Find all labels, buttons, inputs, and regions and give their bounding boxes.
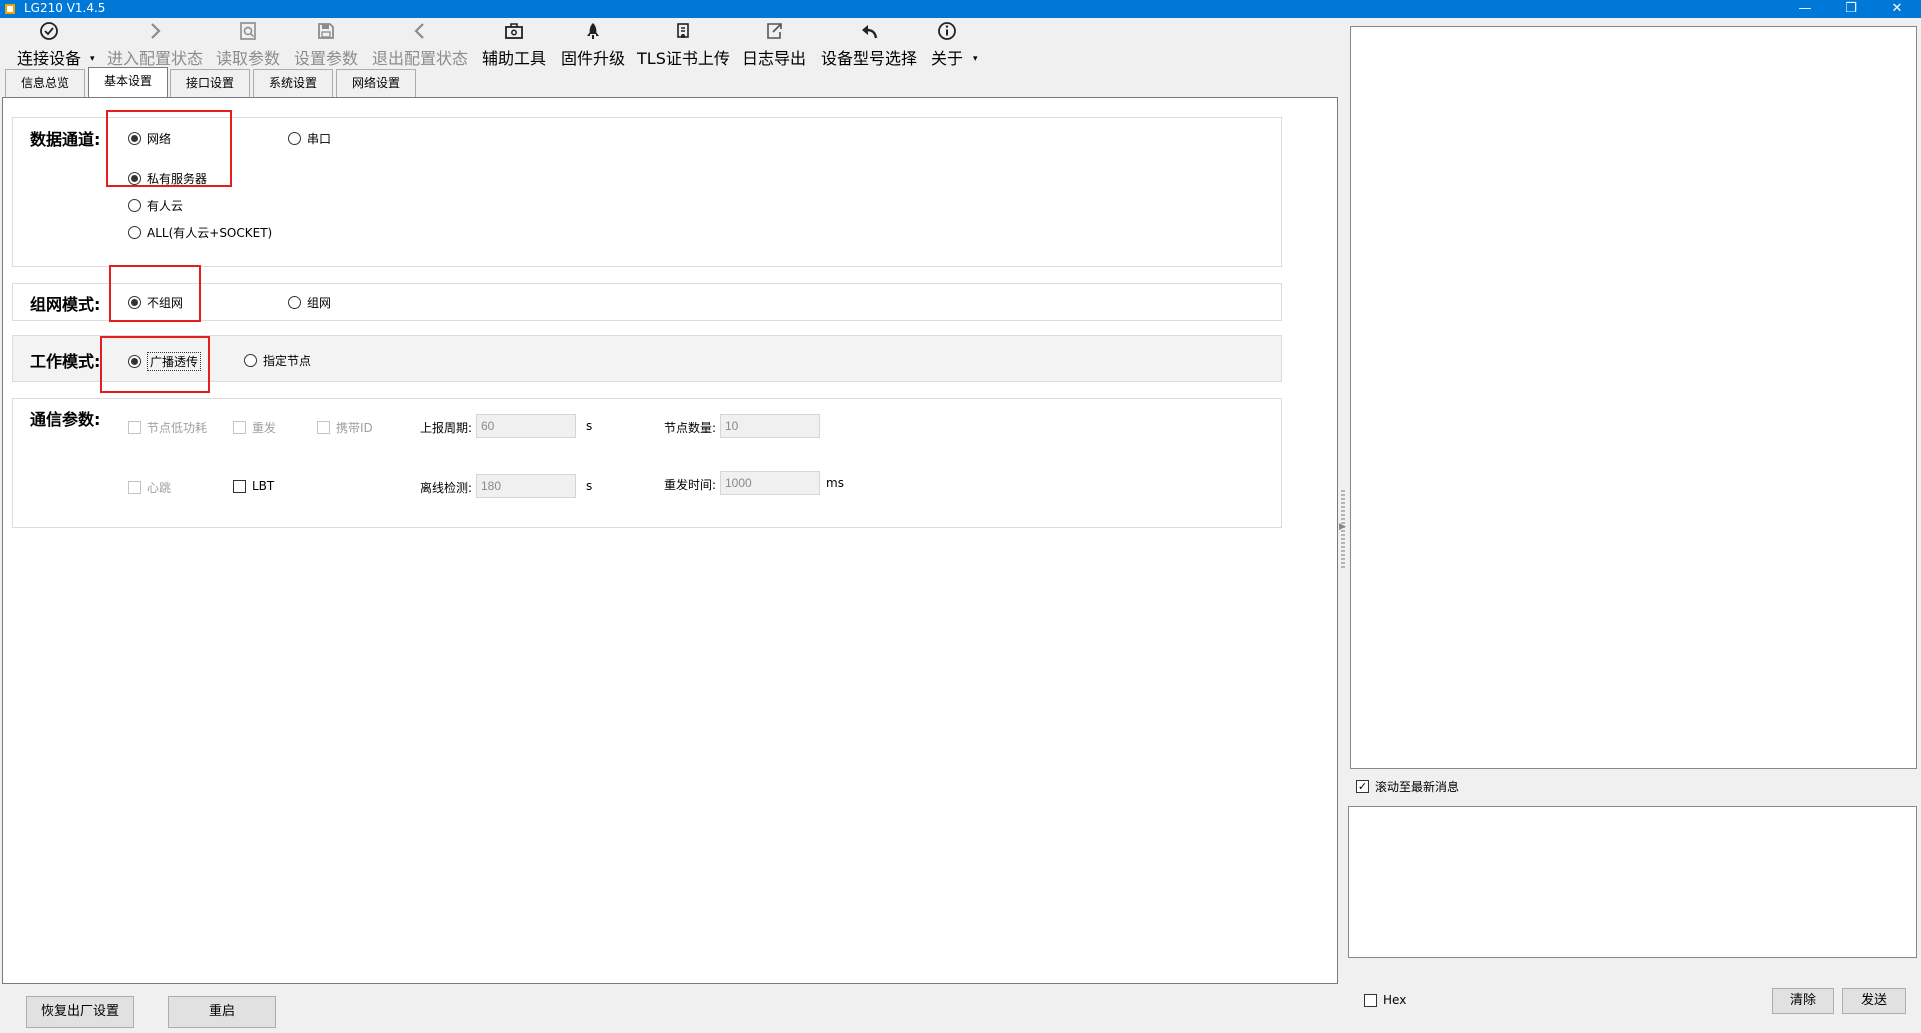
read-params-button[interactable]: 读取参数: [214, 18, 282, 68]
tab-info-overview[interactable]: 信息总览: [5, 69, 85, 97]
set-params-button[interactable]: 设置参数: [292, 18, 360, 68]
checkbox-box: [128, 421, 141, 434]
message-log-panel[interactable]: [1350, 26, 1917, 769]
scroll-latest-checkbox[interactable]: ✓ 滚动至最新消息: [1356, 778, 1459, 795]
hex-checkbox[interactable]: Hex: [1364, 993, 1406, 1007]
data-channel-serial-radio[interactable]: 串口: [288, 130, 331, 147]
app-icon: [5, 4, 15, 14]
radio-indicator: [244, 354, 257, 367]
restart-button[interactable]: 重启: [168, 996, 276, 1028]
node-count-input[interactable]: 10: [720, 414, 820, 438]
report-period-input[interactable]: 60: [476, 414, 576, 438]
chevron-left-icon: [370, 21, 470, 45]
connect-dropdown-icon[interactable]: ▾: [90, 54, 95, 64]
exit-config-button[interactable]: 退出配置状态: [370, 18, 470, 68]
toolbox-icon: [480, 21, 548, 45]
radio-indicator: [288, 132, 301, 145]
connect-device-button[interactable]: 连接设备: [14, 18, 84, 68]
undo-arrow-icon: [819, 21, 919, 45]
info-icon: [927, 21, 967, 45]
data-channel-label: 数据通道:: [30, 130, 101, 149]
tls-cert-upload-button[interactable]: TLS证书上传: [637, 18, 730, 68]
network-mode-group: [12, 283, 1282, 321]
checkbox-box: [128, 481, 141, 494]
connect-heart-icon: [14, 21, 84, 45]
node-count-label: 节点数量:: [664, 421, 717, 435]
low-power-checkbox[interactable]: 节点低功耗: [128, 419, 207, 436]
export-icon: [740, 21, 808, 45]
resend-checkbox[interactable]: 重发: [233, 419, 276, 436]
resend-time-unit: ms: [826, 476, 844, 490]
checkbox-box: [1364, 993, 1377, 1007]
heartbeat-checkbox[interactable]: 心跳: [128, 479, 171, 496]
save-icon: [292, 21, 360, 45]
about-button[interactable]: 关于: [927, 18, 967, 68]
tab-system-settings[interactable]: 系统设置: [253, 69, 333, 97]
tab-basic-settings[interactable]: 基本设置: [88, 67, 168, 97]
factory-reset-button[interactable]: 恢复出厂设置: [26, 996, 134, 1028]
tab-network-settings[interactable]: 网络设置: [336, 69, 416, 97]
checkbox-box: [233, 421, 246, 434]
highlight-box-data-channel: [106, 110, 232, 187]
radio-indicator: [288, 296, 301, 309]
carry-id-checkbox[interactable]: 携带ID: [317, 419, 373, 436]
log-export-button[interactable]: 日志导出: [740, 18, 808, 68]
splitter-arrow-icon[interactable]: ▶: [1339, 522, 1346, 532]
radio-indicator: [128, 226, 141, 239]
network-radio[interactable]: 组网: [288, 294, 331, 311]
rocket-icon: [559, 21, 627, 45]
send-button[interactable]: 发送: [1842, 988, 1906, 1014]
usr-cloud-radio[interactable]: 有人云: [128, 197, 183, 214]
about-dropdown-icon[interactable]: ▾: [973, 54, 978, 64]
comm-params-group: [12, 398, 1282, 528]
checkbox-box: [317, 421, 330, 434]
comm-params-label: 通信参数:: [30, 410, 101, 429]
toolbar: 连接设备 ▾ 进入配置状态 读取参数 设置参数 退出配置状态 辅助工具 固件升级…: [0, 18, 1340, 68]
offline-detect-label: 离线检测:: [420, 481, 473, 495]
restore-button[interactable]: ❐: [1828, 0, 1874, 18]
all-cloud-socket-radio[interactable]: ALL(有人云+SOCKET): [128, 224, 272, 241]
minimize-button[interactable]: —: [1782, 0, 1828, 18]
resend-time-label: 重发时间:: [664, 478, 717, 492]
read-params-icon: [214, 21, 282, 45]
offline-detect-input[interactable]: 180: [476, 474, 576, 498]
checkbox-box: [233, 479, 246, 493]
radio-indicator: [128, 199, 141, 212]
report-period-unit: s: [586, 419, 593, 433]
offline-detect-unit: s: [586, 479, 593, 493]
highlight-box-network-mode: [109, 265, 201, 322]
network-mode-label: 组网模式:: [30, 295, 101, 314]
chevron-right-icon: [105, 21, 205, 45]
aux-tools-button[interactable]: 辅助工具: [480, 18, 548, 68]
title-bar: LG210 V1.4.5 — ❐ ✕: [0, 0, 1921, 18]
close-button[interactable]: ✕: [1874, 0, 1920, 18]
enter-config-button[interactable]: 进入配置状态: [105, 18, 205, 68]
firmware-upgrade-button[interactable]: 固件升级: [559, 18, 627, 68]
highlight-box-work-mode: [100, 336, 210, 393]
device-model-select-button[interactable]: 设备型号选择: [819, 18, 919, 68]
resend-time-input[interactable]: 1000: [720, 471, 820, 495]
send-input-area[interactable]: [1348, 806, 1917, 958]
report-period-label: 上报周期:: [420, 421, 473, 435]
window-title: LG210 V1.4.5: [24, 1, 106, 15]
tab-interface-settings[interactable]: 接口设置: [170, 69, 250, 97]
certificate-icon: [637, 21, 729, 45]
work-mode-label: 工作模式:: [30, 352, 101, 371]
lbt-checkbox[interactable]: LBT: [233, 479, 274, 493]
clear-button[interactable]: 清除: [1772, 988, 1834, 1014]
checkbox-box: ✓: [1356, 780, 1369, 793]
specified-node-radio[interactable]: 指定节点: [244, 352, 311, 369]
